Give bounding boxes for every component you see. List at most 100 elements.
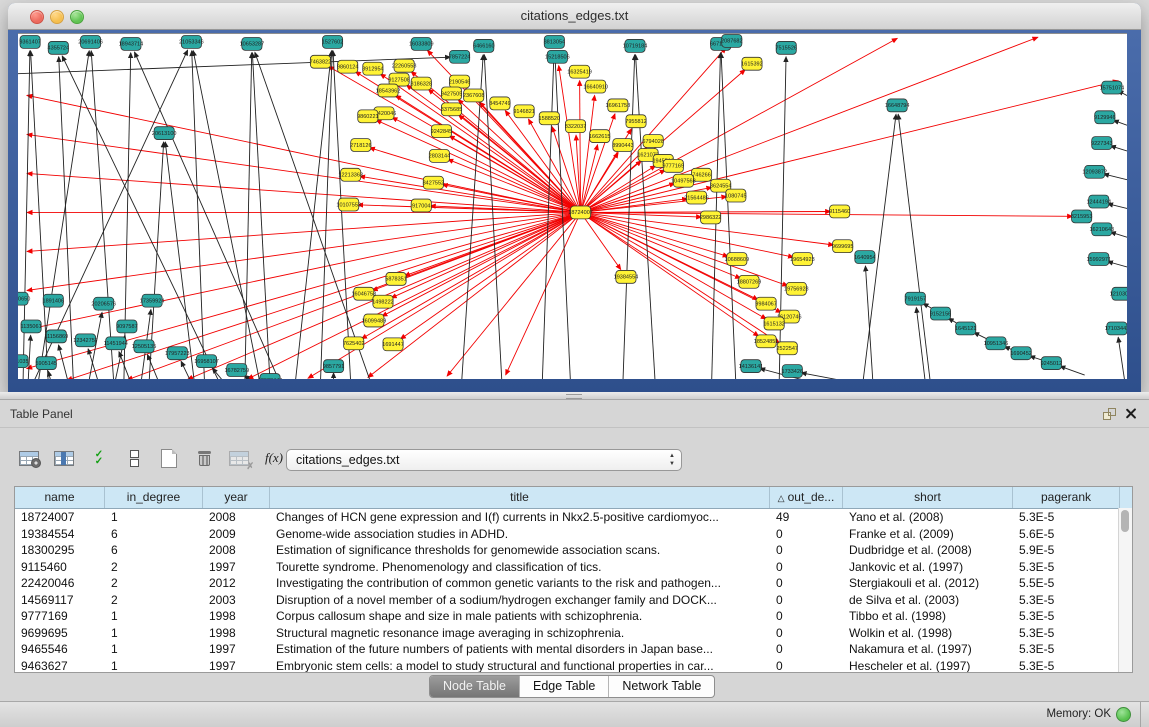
table-cell[interactable]: 0 <box>770 641 843 658</box>
graph-node[interactable]: 8813054 <box>544 35 566 48</box>
table-row[interactable]: 1872400712008Changes of HCN gene express… <box>15 509 1132 526</box>
table-cell[interactable]: 1997 <box>203 658 270 674</box>
graph-node[interactable]: 1588520 <box>539 112 561 125</box>
table-cell[interactable]: 5.9E-5 <box>1013 542 1120 559</box>
table-cell[interactable]: 2009 <box>203 526 270 543</box>
merge-tables-button[interactable] <box>119 444 149 472</box>
table-cell[interactable]: 9463627 <box>15 658 105 674</box>
table-cell[interactable]: Dudbridge et al. (2008) <box>843 542 1013 559</box>
table-row[interactable]: 946554611997Estimation of the future num… <box>15 641 1132 658</box>
graph-node[interactable]: 9857791 <box>323 360 345 373</box>
graph-node[interactable]: 7919157 <box>905 292 927 305</box>
table-cell[interactable]: 1997 <box>203 559 270 576</box>
table-cell[interactable]: 0 <box>770 542 843 559</box>
graph-node[interactable]: 9860124 <box>337 60 359 73</box>
graph-node[interactable]: 1615392 <box>741 57 763 70</box>
table-cell[interactable]: 18724007 <box>15 509 105 526</box>
graph-node[interactable]: 25160650 <box>18 292 30 305</box>
close-panel-icon[interactable] <box>1125 407 1137 419</box>
graph-node[interactable]: 12093872 <box>1082 165 1107 178</box>
table-cell[interactable]: 2012 <box>203 575 270 592</box>
table-cell[interactable]: 2 <box>105 592 203 609</box>
table-cell[interactable]: 2 <box>105 559 203 576</box>
graph-node[interactable]: 9984067 <box>755 297 777 310</box>
citation-edge-black[interactable] <box>193 51 260 379</box>
table-cell[interactable]: 6 <box>105 542 203 559</box>
graph-node[interactable]: 12444194 <box>1086 195 1111 208</box>
citation-edge-black[interactable] <box>462 55 484 379</box>
graph-node[interactable]: 9427505 <box>441 87 463 100</box>
table-cell[interactable]: 5.5E-5 <box>1013 575 1120 592</box>
graph-node[interactable]: 9146821 <box>513 105 535 118</box>
table-cell[interactable]: Structural magnetic resonance image aver… <box>270 625 770 642</box>
table-cell[interactable]: 0 <box>770 658 843 674</box>
table-cell[interactable]: 9465546 <box>15 641 105 658</box>
citation-edge-red[interactable] <box>27 212 581 251</box>
column-header-short[interactable]: short <box>843 487 1013 508</box>
table-row[interactable]: 1938455462009Genome-wide association stu… <box>15 526 1132 543</box>
graph-node[interactable]: 1135061 <box>21 320 42 333</box>
table-cell[interactable]: 1 <box>105 641 203 658</box>
table-cell[interactable]: 5.3E-5 <box>1013 608 1120 625</box>
table-cell[interactable]: 9699695 <box>15 625 105 642</box>
graph-node[interactable]: 1733426 <box>782 365 804 378</box>
graph-node[interactable]: 12103054 <box>1110 287 1127 300</box>
graph-node[interactable]: 2367608 <box>463 89 485 102</box>
table-cell[interactable]: 5.3E-5 <box>1013 641 1120 658</box>
citation-edge-black[interactable] <box>779 57 786 379</box>
graph-node[interactable]: 12505135 <box>132 340 157 353</box>
citation-edge-black[interactable] <box>1118 337 1125 379</box>
table-cell[interactable]: Franke et al. (2009) <box>843 526 1013 543</box>
table-cell[interactable]: Investigating the contribution of common… <box>270 575 770 592</box>
graph-node[interactable]: 7955812 <box>625 115 647 128</box>
table-cell[interactable]: Embryonic stem cells: a model to study s… <box>270 658 770 674</box>
graph-node[interactable]: 21053346 <box>179 35 204 48</box>
graph-node[interactable]: 12342757 <box>73 334 98 347</box>
graph-node[interactable]: 16640910 <box>583 80 608 93</box>
graph-node[interactable]: 14136141 <box>739 360 764 373</box>
table-cell[interactable]: Estimation of the future numbers of pati… <box>270 641 770 658</box>
table-cell[interactable]: 0 <box>770 625 843 642</box>
citation-edge-black[interactable] <box>181 361 191 379</box>
scrollbar-thumb[interactable] <box>1121 510 1129 532</box>
graph-node[interactable]: 9115460 <box>829 205 850 218</box>
graph-node[interactable]: 2190546 <box>449 75 471 88</box>
column-chooser-button[interactable] <box>49 444 79 472</box>
table-cell[interactable]: 2008 <box>203 509 270 526</box>
graph-node[interactable]: 10497568 <box>671 174 696 187</box>
column-header-pagerank[interactable]: pagerank <box>1013 487 1120 508</box>
graph-node[interactable]: 10107553 <box>336 198 361 211</box>
window-titlebar[interactable]: citations_edges.txt <box>8 3 1141 30</box>
graph-node[interactable]: 8990443 <box>612 139 634 152</box>
graph-node[interactable]: 2718126 <box>350 139 372 152</box>
graph-node[interactable]: 1615132 <box>763 317 785 330</box>
graph-node[interactable]: 8186328 <box>411 77 433 90</box>
graph-node[interactable]: 16961758 <box>606 99 631 112</box>
graph-node[interactable]: 1640954 <box>854 251 876 264</box>
graph-node[interactable]: 917004 <box>411 199 431 212</box>
graph-node[interactable]: 15218506 <box>545 50 570 63</box>
citation-edge-black[interactable] <box>916 308 925 379</box>
graph-node[interactable]: 16648794 <box>885 99 910 112</box>
graph-node[interactable]: 18543962 <box>376 84 401 97</box>
table-cell[interactable]: 2003 <box>203 592 270 609</box>
table-cell[interactable]: 14569117 <box>15 592 105 609</box>
graph-node[interactable]: 1527602 <box>322 35 344 48</box>
graph-node[interactable]: 6794028 <box>642 135 664 148</box>
table-cell[interactable]: Tourette syndrome. Phenomenology and cla… <box>270 559 770 576</box>
table-cell[interactable]: 49 <box>770 509 843 526</box>
graph-node[interactable]: 2522547 <box>776 342 798 355</box>
graph-node[interactable]: 1690452 <box>1010 347 1032 360</box>
citation-edge-black[interactable] <box>1060 366 1085 375</box>
float-panel-icon[interactable] <box>1103 408 1115 419</box>
table-row[interactable]: 977716911998Corpus callosum shape and si… <box>15 608 1132 625</box>
graph-node[interactable]: 9777169 <box>663 159 685 172</box>
graph-node[interactable]: 20206576 <box>91 297 116 310</box>
citation-edge-black[interactable] <box>898 114 930 379</box>
graph-node[interactable]: 16782759 <box>224 364 249 377</box>
graph-node[interactable]: 3375685 <box>441 103 463 116</box>
table-cell[interactable]: 1 <box>105 658 203 674</box>
graph-node[interactable]: 7463822 <box>310 55 332 68</box>
graph-node[interactable]: 20613100 <box>152 127 177 140</box>
table-cell[interactable]: Changes of HCN gene expression and I(f) … <box>270 509 770 526</box>
